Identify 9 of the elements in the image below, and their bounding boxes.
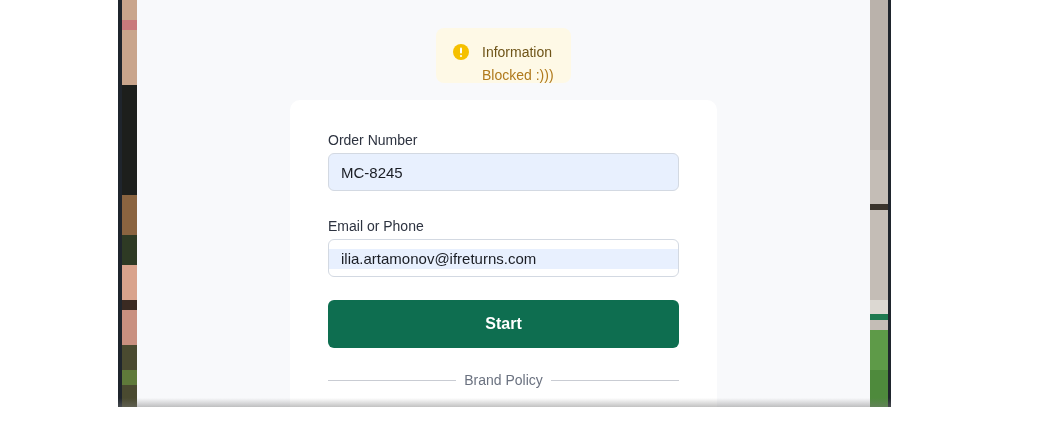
warning-icon: [453, 44, 469, 60]
input-field[interactable]: MC-8245: [328, 153, 679, 191]
start-button[interactable]: Start: [328, 300, 679, 348]
divider-label: Brand Policy: [464, 372, 543, 388]
alert-message: Blocked :))): [482, 67, 555, 83]
field-label: Email or Phone: [328, 218, 424, 234]
field-label: Order Number: [328, 132, 418, 148]
alert-title: Information: [482, 44, 554, 60]
input-field[interactable]: ilia.artamonov@ifreturns.com: [328, 239, 679, 277]
